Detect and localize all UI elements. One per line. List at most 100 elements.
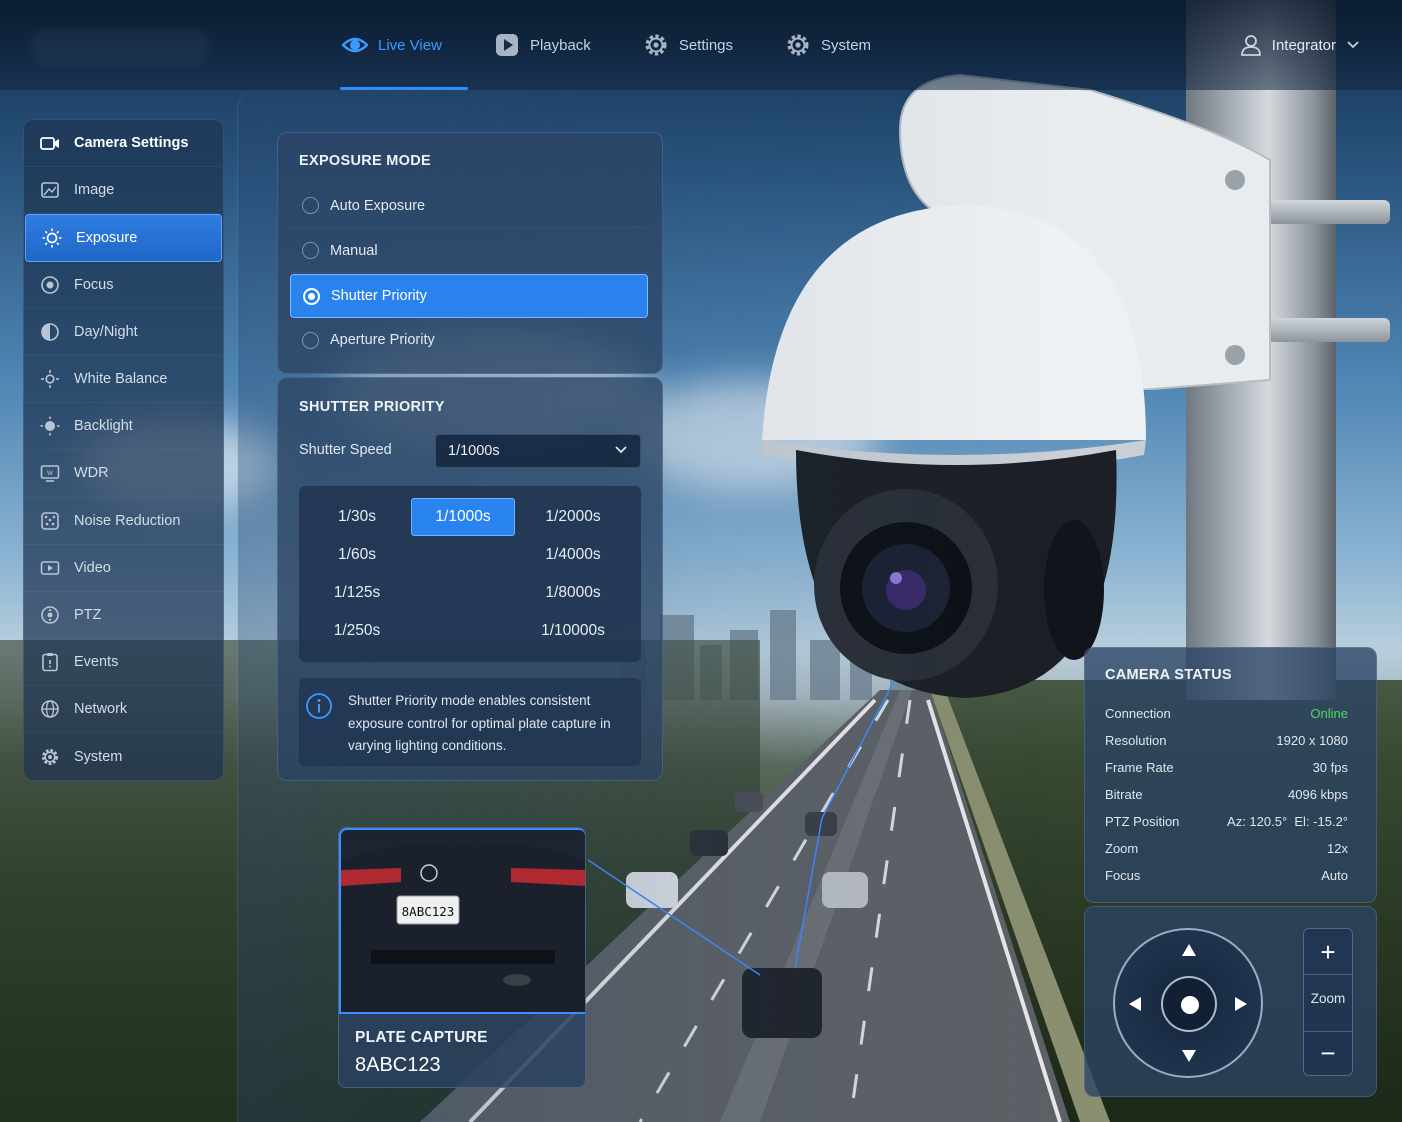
radio-aperture-priority[interactable]: Aperture Priority [290, 318, 648, 362]
info-icon [306, 693, 332, 719]
gear-icon [42, 749, 58, 766]
status-row: PTZ Position Az: 120.5° El: -15.2° [1105, 814, 1348, 829]
plate-number: 8ABC123 [355, 1054, 441, 1076]
pan-left-arrow[interactable] [1129, 997, 1141, 1011]
radio-label: Shutter Priority [331, 288, 427, 304]
ptz-home-button[interactable] [1161, 976, 1217, 1032]
shutter-option[interactable]: 1/8000s [521, 574, 625, 612]
shutter-option[interactable]: 1/4000s [521, 536, 625, 574]
radio-button [302, 331, 319, 349]
play-icon [495, 34, 518, 56]
radio-manual[interactable]: Manual [290, 229, 648, 273]
sidebar-item-network[interactable]: Network [24, 686, 223, 734]
camera-status-card: CAMERA STATUS Connection Online Resoluti… [1084, 647, 1377, 903]
status-label: Zoom [1105, 841, 1139, 856]
sidebar-item-label: Network [74, 701, 128, 718]
globe-icon [41, 700, 59, 719]
status-row: Bitrate 4096 kbps [1105, 787, 1348, 802]
shutter-option[interactable]: 1/60s [305, 536, 409, 574]
status-row: Frame Rate 30 fps [1105, 760, 1348, 775]
events-icon [42, 653, 58, 672]
sidebar-item-events[interactable]: Events [24, 639, 223, 687]
sidebar-item-ptz[interactable]: PTZ [24, 592, 223, 640]
noise-reduction-icon [41, 511, 59, 530]
sidebar-item-wdr[interactable]: W WDR [24, 450, 223, 498]
zoom-in-button[interactable]: + [1304, 931, 1352, 975]
select-value: 1/1000s [448, 443, 500, 459]
status-label: PTZ Position [1105, 814, 1180, 829]
svg-text:W: W [47, 470, 53, 477]
radio-shutter-priority[interactable]: Shutter Priority [290, 274, 648, 318]
wdr-icon: W [40, 465, 60, 483]
nav-tab-live-view[interactable]: Live View [340, 0, 468, 90]
car-rear-thumbnail [341, 841, 585, 1012]
sidebar-item-image[interactable]: Image [24, 167, 223, 215]
sidebar-item-system[interactable]: System [24, 733, 223, 780]
status-label: Bitrate [1105, 787, 1143, 802]
shutter-option[interactable]: 1/125s [305, 574, 409, 612]
plate-capture-card: 8ABC123 PLATE CAPTURE 8ABC123 [338, 827, 586, 1088]
radio-label: Aperture Priority [330, 332, 435, 348]
sidebar-item-backlight[interactable]: Backlight [24, 403, 223, 451]
status-value: 12x [1327, 841, 1348, 856]
sidebar-item-label: Backlight [74, 418, 133, 435]
nav-tab-playback[interactable]: Playback [492, 0, 617, 90]
zoom-control: + Zoom − [1303, 928, 1353, 1076]
card-title: EXPOSURE MODE [299, 153, 432, 169]
nav-tab-settings[interactable]: Settings [641, 0, 759, 90]
sidebar-item-label: Events [74, 654, 119, 671]
sidebar-item-label: Noise Reduction [74, 512, 181, 529]
brand-logo [30, 28, 210, 68]
white-balance-icon [41, 370, 59, 389]
status-value: 4096 kbps [1288, 787, 1348, 802]
radio-button [302, 242, 319, 259]
card-title: SHUTTER PRIORITY [299, 399, 445, 415]
plate-capture-title: PLATE CAPTURE [355, 1029, 488, 1046]
radio-button-selected [303, 287, 320, 305]
shutter-option-selected[interactable]: 1/1000s [411, 498, 515, 536]
status-label: Focus [1105, 868, 1141, 883]
sidebar-item-label: White Balance [74, 371, 168, 388]
info-text: Shutter Priority mode enables consistent… [348, 693, 611, 753]
nav-tab-system[interactable]: System [783, 0, 897, 90]
zoom-out-button[interactable]: − [1304, 1031, 1352, 1075]
nav-tab-label: Live View [378, 36, 442, 54]
sidebar-item-video[interactable]: Video [24, 545, 223, 592]
sidebar-item-label: Image [74, 182, 115, 199]
nav-tab-label: Playback [529, 36, 591, 54]
sidebar-item-exposure[interactable]: Exposure [25, 214, 222, 262]
shutter-option[interactable]: 1/2000s [521, 498, 625, 536]
radio-auto-exposure[interactable]: Auto Exposure [290, 184, 648, 228]
sidebar-item-day-night[interactable]: Day/Night [24, 309, 223, 356]
nav-tab-label: Settings [678, 36, 734, 54]
ptz-control-card: + Zoom − [1084, 906, 1377, 1097]
sidebar-item-focus[interactable]: Focus [24, 262, 223, 309]
day-night-icon [41, 323, 59, 341]
sidebar-item-white-balance[interactable]: White Balance [24, 356, 223, 404]
status-value: Az: 120.5° El: -15.2° [1227, 814, 1348, 829]
status-value-online: Online [1310, 706, 1348, 721]
radio-button [302, 197, 319, 214]
shutter-speed-select[interactable]: 1/1000s [435, 434, 641, 468]
plate-capture-image: 8ABC123 [339, 828, 585, 1014]
shutter-option[interactable]: 1/30s [305, 498, 409, 536]
video-icon [40, 560, 60, 575]
radio-label: Manual [330, 242, 378, 259]
zoom-label: Zoom [1310, 991, 1346, 1006]
pan-down-arrow[interactable] [1182, 1050, 1196, 1062]
shutter-option[interactable]: 1/10000s [521, 612, 625, 650]
shutter-speed-label: Shutter Speed [299, 442, 392, 458]
status-label: Resolution [1105, 733, 1167, 748]
top-navigation-bar: Live View Playback Settings System Integ… [0, 0, 1402, 90]
focus-icon [41, 275, 59, 294]
user-menu[interactable]: Integrator [1240, 0, 1360, 90]
sidebar-item-label: Day/Night [74, 323, 138, 340]
status-label: Frame Rate [1105, 760, 1174, 775]
ptz-icon [41, 606, 59, 624]
sidebar-item-noise-reduction[interactable]: Noise Reduction [24, 498, 223, 545]
sidebar-item-label: Exposure [76, 229, 138, 246]
status-row: Resolution 1920 x 1080 [1105, 733, 1348, 748]
shutter-option[interactable]: 1/250s [305, 612, 409, 650]
pan-up-arrow[interactable] [1182, 944, 1196, 956]
pan-right-arrow[interactable] [1235, 997, 1247, 1011]
